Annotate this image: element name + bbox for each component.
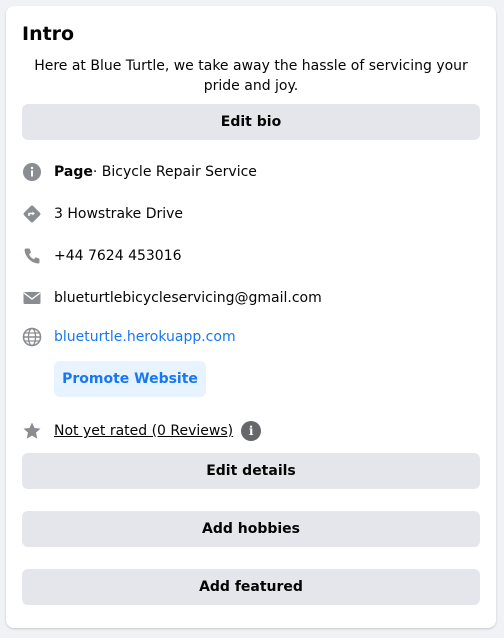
- address-text: 3 Howstrake Drive: [54, 206, 184, 222]
- phone-row: +44 7624 453016: [22, 235, 480, 277]
- globe-icon: [22, 327, 42, 347]
- email-text: blueturtlebicycleservicing@gmail.com: [54, 290, 322, 306]
- rating-info-icon[interactable]: i: [241, 421, 262, 441]
- rating-link[interactable]: Not yet rated (0 Reviews): [54, 423, 233, 439]
- website-link[interactable]: blueturtle.herokuapp.com: [54, 329, 236, 345]
- address-row: 3 Howstrake Drive: [22, 193, 480, 235]
- phone-text: +44 7624 453016: [54, 248, 182, 264]
- star-icon: [22, 421, 42, 441]
- add-featured-button[interactable]: Add featured: [22, 569, 480, 605]
- edit-bio-button[interactable]: Edit bio: [22, 104, 480, 140]
- intro-card: Intro Here at Blue Turtle, we take away …: [6, 6, 496, 628]
- bio-text: Here at Blue Turtle, we take away the ha…: [34, 58, 468, 94]
- add-hobbies-button[interactable]: Add hobbies: [22, 511, 480, 547]
- info-icon: [22, 162, 42, 182]
- envelope-icon: [22, 288, 42, 308]
- page-label: Page: [54, 164, 93, 180]
- website-row: blueturtle.herokuapp.com: [22, 319, 480, 355]
- page-category-row: Page · Bicycle Repair Service: [22, 151, 480, 193]
- directions-icon: [22, 204, 42, 224]
- edit-details-button[interactable]: Edit details: [22, 453, 480, 489]
- rating-row: Not yet rated (0 Reviews) i: [22, 413, 480, 449]
- phone-icon: [22, 246, 42, 266]
- email-row: blueturtlebicycleservicing@gmail.com: [22, 277, 480, 319]
- details-list: Page · Bicycle Repair Service 3 Howstrak…: [22, 151, 480, 397]
- promote-website-button[interactable]: Promote Website: [54, 361, 206, 397]
- intro-title: Intro: [22, 23, 75, 45]
- page-category: · Bicycle Repair Service: [92, 164, 257, 180]
